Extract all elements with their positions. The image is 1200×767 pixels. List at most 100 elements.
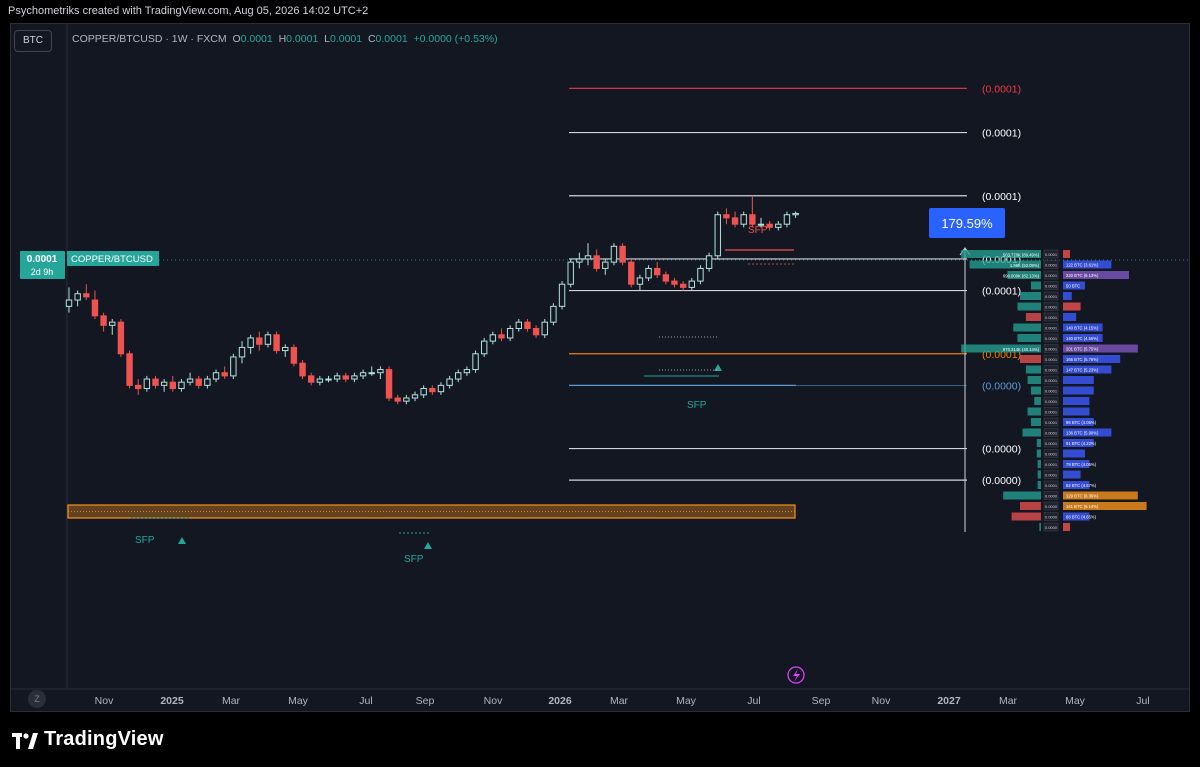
candle-body[interactable]	[186, 378, 194, 383]
zoom-reset-button[interactable]: Z	[28, 690, 46, 708]
candle-body[interactable]	[654, 267, 661, 276]
candle-body[interactable]	[368, 372, 375, 375]
candle-body[interactable]	[420, 388, 427, 396]
candle-body[interactable]	[385, 369, 393, 399]
symbol-selector-button[interactable]: BTC	[14, 30, 52, 52]
price-chart[interactable]: (0.0001)(0.0001)(0.0001)(0.0001)(0.0001)…	[11, 24, 1189, 711]
chart-frame[interactable]: (0.0001) (0.0001) (0.0001) (0.0001) (0.0001)…	[10, 23, 1190, 712]
price-tag-countdown: 2d 9h	[31, 267, 54, 277]
candle-body[interactable]	[91, 299, 99, 317]
candle-body[interactable]	[749, 214, 756, 225]
candle-body[interactable]	[619, 245, 626, 263]
candle-body[interactable]	[351, 375, 358, 380]
candle-body[interactable]	[308, 375, 315, 383]
candle-body[interactable]	[83, 293, 90, 298]
candle-body[interactable]	[472, 353, 479, 371]
candle-body[interactable]	[437, 384, 445, 393]
candle-body[interactable]	[135, 384, 142, 390]
volume-profile-right-label: 140 BTC (4.55%)	[1066, 336, 1099, 341]
candle-body[interactable]	[740, 214, 747, 225]
candle-body[interactable]	[593, 255, 600, 269]
candle-body[interactable]	[576, 258, 583, 263]
candle-body[interactable]	[117, 321, 125, 355]
candle-body[interactable]	[169, 381, 177, 390]
candle-body[interactable]	[178, 381, 185, 390]
candle-body[interactable]	[247, 337, 254, 348]
candle-body[interactable]	[342, 375, 350, 380]
candle-body[interactable]	[671, 280, 678, 285]
candle-body[interactable]	[403, 397, 410, 402]
candle-body[interactable]	[498, 334, 505, 339]
candle-body[interactable]	[515, 321, 523, 329]
candle-body[interactable]	[377, 369, 384, 374]
candle-body[interactable]	[238, 346, 246, 358]
x-tick-label: Mar	[999, 695, 1018, 707]
candle-body[interactable]	[602, 261, 609, 269]
candle-body[interactable]	[705, 255, 713, 269]
candle-body[interactable]	[160, 381, 168, 386]
candle-body[interactable]	[524, 321, 531, 329]
candle-body[interactable]	[463, 369, 471, 374]
candle-body[interactable]	[256, 337, 263, 345]
volume-profile-right-label: 68 BTC (4.65%)	[1066, 515, 1097, 520]
candle-body[interactable]	[679, 283, 687, 288]
candle-body[interactable]	[143, 378, 151, 390]
candle-body[interactable]	[74, 293, 81, 301]
candle-body[interactable]	[481, 340, 488, 355]
candle-body[interactable]	[628, 261, 635, 285]
candle-body[interactable]	[212, 372, 220, 380]
volume-profile-left-bar	[1017, 302, 1041, 311]
volume-profile-left-bar	[1025, 365, 1041, 374]
candle-body[interactable]	[65, 299, 73, 307]
measure-badge-text: 179.59%	[941, 216, 993, 231]
candle-body[interactable]	[152, 378, 159, 386]
candle-body[interactable]	[723, 214, 730, 219]
candle-body[interactable]	[230, 356, 237, 377]
candle-body[interactable]	[325, 378, 332, 381]
candle-body[interactable]	[411, 394, 419, 399]
volume-profile-center-label: 0.0001	[1045, 315, 1058, 320]
candle-body[interactable]	[792, 212, 799, 216]
candle-body[interactable]	[359, 372, 367, 377]
candle-body[interactable]	[282, 346, 289, 352]
candle-body[interactable]	[100, 315, 107, 326]
candle-body[interactable]	[584, 255, 592, 260]
candle-body[interactable]	[567, 261, 574, 285]
candle-body[interactable]	[333, 375, 341, 380]
tradingview-logo[interactable]: TradingView	[12, 728, 164, 751]
candle-body[interactable]	[506, 327, 514, 339]
volume-profile-center-label: 0.0001	[1045, 420, 1058, 425]
candle-body[interactable]	[550, 305, 557, 323]
candle-body[interactable]	[783, 214, 791, 225]
candle-body[interactable]	[290, 346, 298, 364]
candle-body[interactable]	[645, 267, 652, 279]
candle-body[interactable]	[273, 334, 280, 352]
candle-body[interactable]	[455, 372, 462, 380]
candle-body[interactable]	[558, 283, 566, 307]
candle-body[interactable]	[446, 378, 453, 386]
candle-body[interactable]	[714, 214, 721, 257]
candle-body[interactable]	[221, 372, 228, 377]
candle-body[interactable]	[688, 280, 695, 288]
candle-body[interactable]	[264, 334, 272, 345]
candle-body[interactable]	[299, 362, 306, 377]
candle-body[interactable]	[195, 378, 202, 386]
candle-body[interactable]	[489, 334, 497, 342]
level-label-0: (0.0001)	[982, 83, 1021, 95]
candle-body[interactable]	[204, 378, 211, 386]
candle-body[interactable]	[766, 223, 773, 228]
candle-body[interactable]	[429, 388, 436, 393]
candle-body[interactable]	[316, 378, 324, 383]
footer-bar	[0, 712, 1200, 767]
candle-body[interactable]	[662, 274, 670, 282]
volume-profile-left-bar	[1036, 439, 1041, 447]
candle-body[interactable]	[126, 353, 133, 386]
candle-body[interactable]	[532, 327, 540, 336]
candle-body[interactable]	[697, 267, 704, 282]
candle-body[interactable]	[775, 223, 782, 228]
candle-body[interactable]	[394, 397, 401, 402]
candle-body[interactable]	[731, 217, 739, 225]
candle-body[interactable]	[541, 321, 548, 336]
candle-body[interactable]	[109, 321, 116, 326]
candle-body[interactable]	[636, 277, 644, 285]
